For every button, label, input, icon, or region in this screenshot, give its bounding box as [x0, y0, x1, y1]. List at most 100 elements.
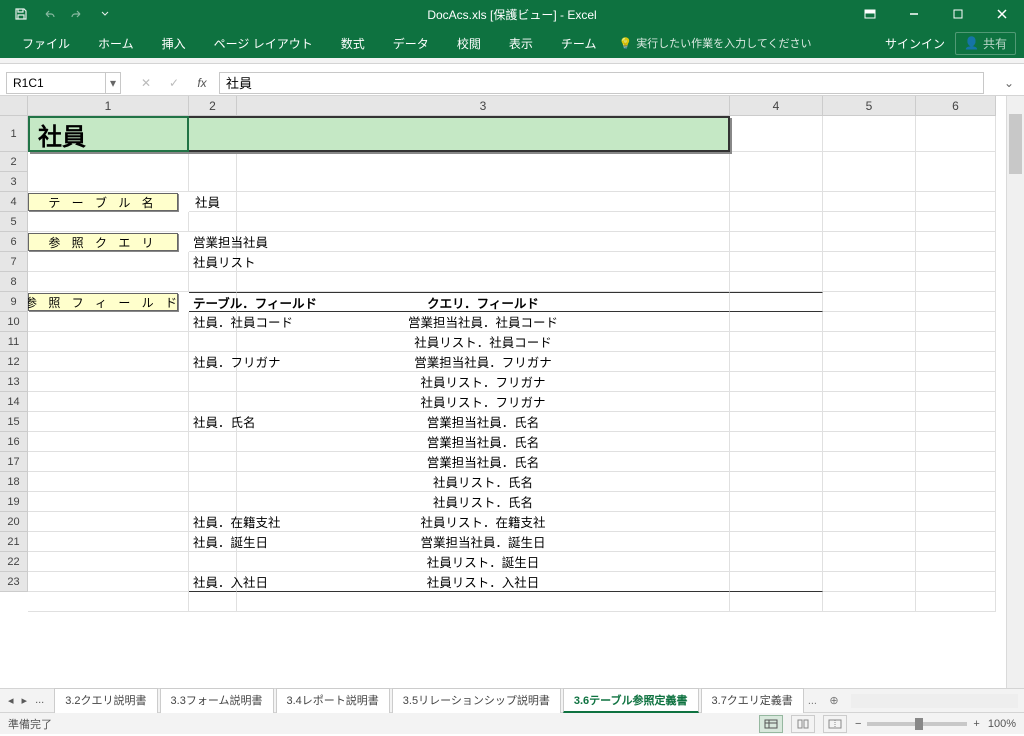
title-cell[interactable]: 社員 [28, 116, 730, 152]
row-header[interactable]: 22 [0, 552, 28, 572]
cancel-formula-icon[interactable]: ✕ [135, 72, 157, 94]
tab-formulas[interactable]: 数式 [327, 28, 379, 58]
share-label: 共有 [983, 35, 1007, 52]
column-header[interactable]: 3 [237, 96, 730, 116]
sheet-tab[interactable]: 3.2クエリ説明書 [54, 688, 157, 713]
signin-link[interactable]: サインイン [885, 35, 945, 52]
zoom-slider[interactable]: − + [855, 718, 980, 730]
view-page-break-button[interactable] [823, 715, 847, 733]
tab-page-layout[interactable]: ページ レイアウト [200, 28, 327, 58]
ribbon-tab-strip: ファイル ホーム 挿入 ページ レイアウト 数式 データ 校閲 表示 チーム 💡… [0, 28, 1024, 58]
tab-home[interactable]: ホーム [84, 28, 148, 58]
row-header[interactable]: 9 [0, 292, 28, 312]
share-button[interactable]: 👤 共有 [955, 32, 1016, 55]
status-ready: 準備完了 [8, 716, 52, 732]
column-header[interactable]: 1 [28, 96, 189, 116]
row-header[interactable]: 1 [0, 116, 28, 152]
zoom-out-button[interactable]: − [855, 718, 861, 730]
tab-nav-ellipsis[interactable]: ... [33, 694, 46, 707]
title-bar: DocAcs.xls [保護ビュー] - Excel [0, 0, 1024, 28]
row-header[interactable]: 13 [0, 372, 28, 392]
row-header[interactable]: 21 [0, 532, 28, 552]
tell-me-search[interactable]: 💡 実行したい作業を入力してください [618, 35, 811, 51]
formula-input[interactable]: 社員 [219, 72, 984, 94]
minimize-button[interactable] [892, 0, 936, 28]
zoom-in-button[interactable]: + [973, 718, 979, 730]
row-header[interactable]: 18 [0, 472, 28, 492]
tab-insert[interactable]: 挿入 [148, 28, 200, 58]
sheet-tab[interactable]: 3.5リレーションシップ説明書 [392, 688, 561, 713]
view-normal-button[interactable] [759, 715, 783, 733]
tab-overflow-ellipsis[interactable]: ... [808, 695, 817, 707]
sheet-tab[interactable]: 3.3フォーム説明書 [160, 688, 274, 713]
tab-file[interactable]: ファイル [8, 28, 84, 58]
row-header[interactable]: 8 [0, 272, 28, 292]
column-header[interactable]: 5 [823, 96, 916, 116]
close-button[interactable] [980, 0, 1024, 28]
column-header[interactable]: 6 [916, 96, 996, 116]
maximize-button[interactable] [936, 0, 980, 28]
redo-button[interactable] [64, 2, 90, 26]
formula-bar: R1C1 ▾ ✕ ✓ fx 社員 ⌄ [0, 70, 1024, 96]
sheet-tab[interactable]: 3.6テーブル参照定義書 [563, 688, 699, 713]
status-bar: 準備完了 − + 100% [0, 712, 1024, 734]
row-header[interactable]: 19 [0, 492, 28, 512]
row-header[interactable]: 7 [0, 252, 28, 272]
row-headers[interactable]: 1234567891011121314151617181920212223 [0, 116, 28, 592]
name-box-dropdown[interactable]: ▾ [105, 72, 121, 94]
row-header[interactable]: 4 [0, 192, 28, 212]
column-header[interactable]: 2 [189, 96, 237, 116]
row-header[interactable]: 5 [0, 212, 28, 232]
row-header[interactable]: 12 [0, 352, 28, 372]
section-label: 参 照 フ ィ ー ル ド [28, 293, 178, 311]
view-page-layout-button[interactable] [791, 715, 815, 733]
sheet-tab[interactable]: 3.4レポート説明書 [276, 688, 390, 713]
zoom-track[interactable] [867, 722, 967, 726]
tab-nav-first[interactable]: ◂ [6, 694, 16, 707]
formula-bar-expand[interactable]: ⌄ [1004, 76, 1020, 90]
lightbulb-icon: 💡 [618, 37, 632, 50]
cell-grid[interactable]: テ ー ブ ル 名社員参 照 ク エ リ営業担当社員社員リスト参 照 フ ィ ー… [28, 116, 1006, 688]
section-label: 参 照 ク エ リ [28, 233, 178, 251]
new-sheet-button[interactable]: ⊕ [823, 691, 845, 711]
scrollbar-thumb[interactable] [1009, 114, 1022, 174]
qat-customize[interactable] [92, 2, 118, 26]
vertical-scrollbar[interactable] [1006, 96, 1024, 688]
tab-team[interactable]: チーム [547, 28, 611, 58]
horizontal-scrollbar[interactable] [851, 694, 1018, 708]
row-header[interactable]: 23 [0, 572, 28, 592]
ribbon-display-options[interactable] [848, 0, 892, 28]
tell-me-placeholder: 実行したい作業を入力してください [636, 35, 811, 51]
name-box[interactable]: R1C1 [6, 72, 106, 94]
share-icon: 👤 [964, 36, 979, 50]
section-label: テ ー ブ ル 名 [28, 193, 178, 211]
row-header[interactable]: 10 [0, 312, 28, 332]
row-header[interactable]: 16 [0, 432, 28, 452]
worksheet-area: 123456 123456789101112131415161718192021… [0, 96, 1024, 688]
tab-nav-prev[interactable]: ▸ [20, 694, 30, 707]
row-header[interactable]: 6 [0, 232, 28, 252]
zoom-thumb[interactable] [915, 718, 923, 730]
enter-formula-icon[interactable]: ✓ [163, 72, 185, 94]
tab-review[interactable]: 校閲 [443, 28, 495, 58]
undo-button[interactable] [36, 2, 62, 26]
save-button[interactable] [8, 2, 34, 26]
tab-data[interactable]: データ [379, 28, 443, 58]
fx-icon[interactable]: fx [191, 72, 213, 94]
sheet-tab-bar: ◂ ▸ ... 3.2クエリ説明書3.3フォーム説明書3.4レポート説明書3.5… [0, 688, 1024, 712]
column-headers[interactable]: 123456 [28, 96, 996, 116]
tab-view[interactable]: 表示 [495, 28, 547, 58]
sheet-tab[interactable]: 3.7クエリ定義書 [701, 688, 804, 713]
column-header[interactable]: 4 [730, 96, 823, 116]
select-all-corner[interactable] [0, 96, 28, 116]
zoom-level[interactable]: 100% [988, 718, 1016, 730]
row-header[interactable]: 14 [0, 392, 28, 412]
row-header[interactable]: 11 [0, 332, 28, 352]
row-header[interactable]: 17 [0, 452, 28, 472]
tab-nav-buttons[interactable]: ◂ ▸ ... [0, 694, 52, 707]
row-header[interactable]: 2 [0, 152, 28, 172]
quick-access-toolbar [0, 2, 118, 26]
row-header[interactable]: 20 [0, 512, 28, 532]
row-header[interactable]: 3 [0, 172, 28, 192]
row-header[interactable]: 15 [0, 412, 28, 432]
